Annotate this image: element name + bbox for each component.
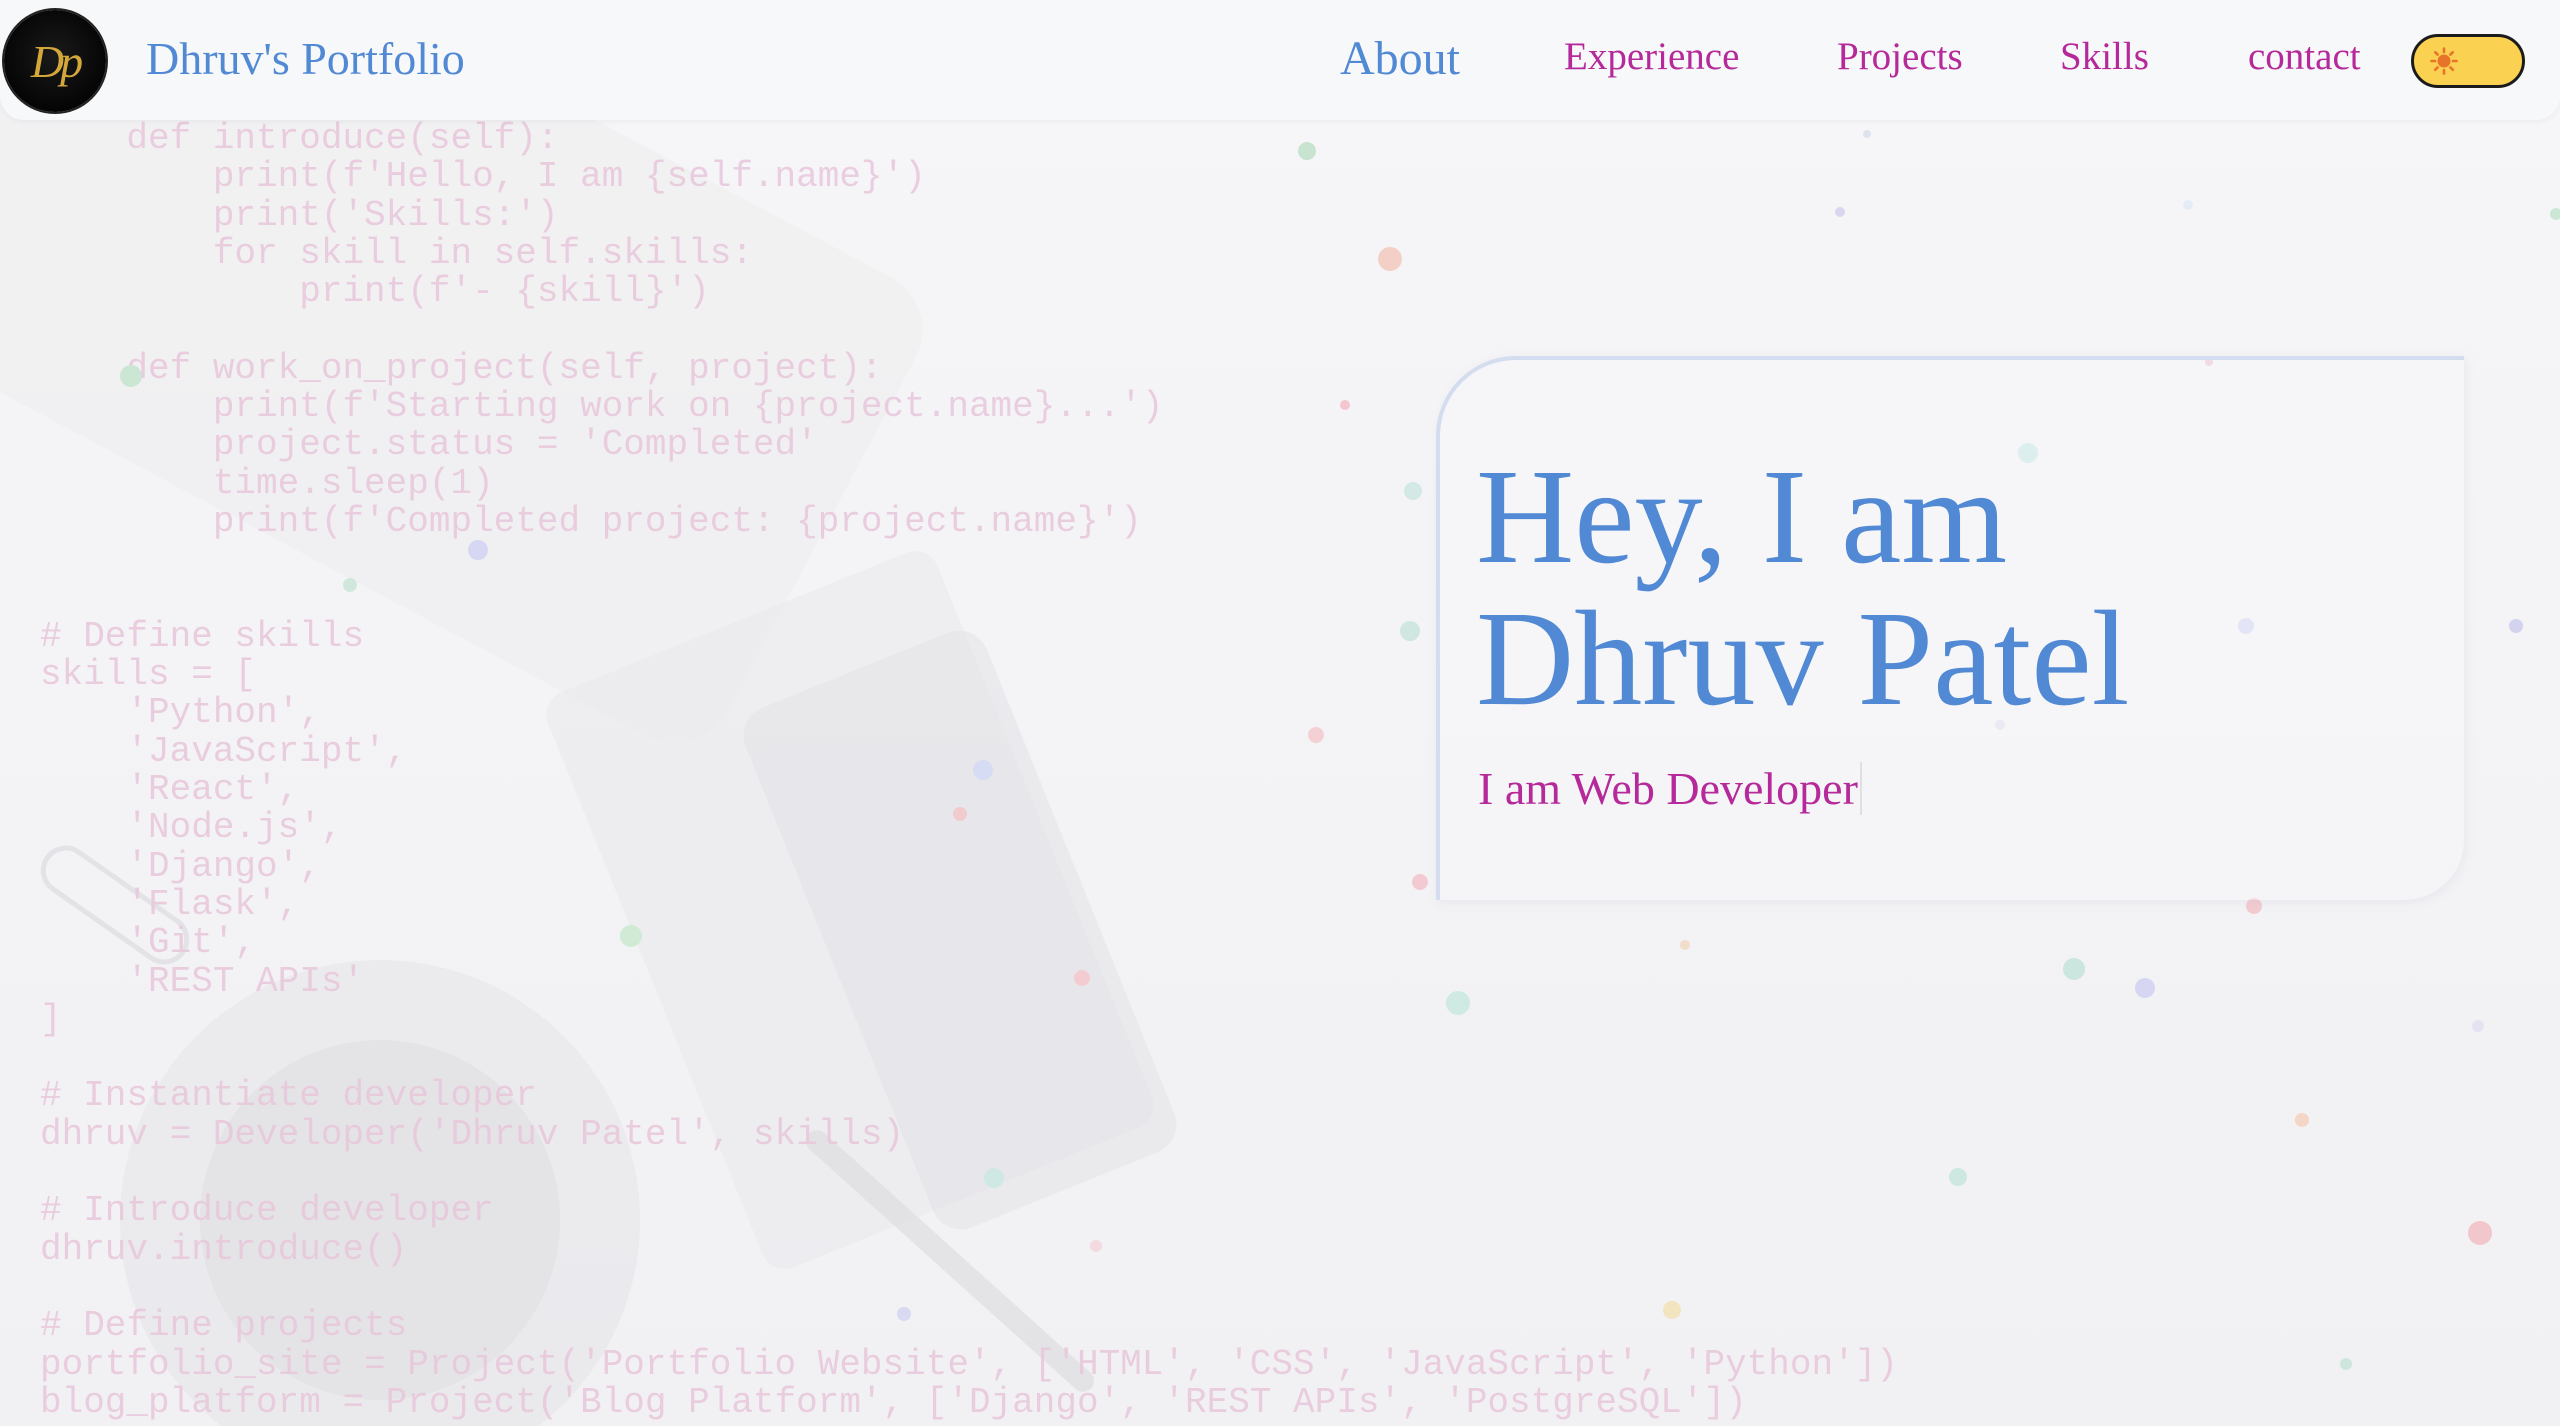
particle-dot	[2509, 619, 2523, 633]
particle-dot	[468, 540, 488, 560]
hero-title-line1: Hey, I am	[1476, 442, 2008, 592]
particle-dot	[1378, 247, 1402, 271]
sun-icon	[2430, 47, 2458, 75]
nav-link-projects[interactable]: Projects	[1837, 34, 1963, 79]
particle-dot	[973, 760, 993, 780]
hero-title: Hey, I am Dhruv Patel	[1476, 446, 2129, 730]
logo[interactable]: Dp	[4, 10, 106, 112]
brand-link[interactable]: Dhruv's Portfolio	[146, 32, 465, 85]
particle-dot	[1404, 482, 1422, 500]
particle-dot	[1680, 940, 1690, 950]
particle-dot	[1412, 874, 1428, 890]
nav-link-experience[interactable]: Experience	[1564, 34, 1739, 79]
particle-dot	[2295, 1113, 2309, 1127]
particle-dot	[343, 578, 357, 592]
particle-dot	[1074, 970, 1090, 986]
hero-subtitle: I am Web Developer	[1478, 762, 1862, 815]
particle-dot	[2550, 208, 2560, 220]
particle-dot	[2472, 1020, 2484, 1032]
theme-toggle[interactable]	[2411, 34, 2525, 88]
particle-dot	[1090, 1240, 1102, 1252]
particle-dot	[897, 1307, 911, 1321]
particle-dot	[1835, 207, 1845, 217]
particle-dot	[984, 1168, 1004, 1188]
particle-dot	[1340, 400, 1350, 410]
particle-dot	[1663, 1301, 1681, 1319]
particle-dot	[2063, 958, 2085, 980]
particle-dot	[953, 807, 967, 821]
particle-dot	[1400, 621, 1420, 641]
logo-text: Dp	[30, 35, 83, 87]
particle-dot	[620, 925, 642, 947]
nav-link-contact[interactable]: contact	[2248, 34, 2361, 79]
particle-dot	[1446, 991, 1470, 1015]
navbar: Dp Dhruv's Portfolio About Experience Pr…	[0, 0, 2560, 120]
nav-link-about[interactable]: About	[1340, 31, 1460, 86]
particle-dot	[2468, 1221, 2492, 1245]
particle-dot	[1298, 142, 1316, 160]
particle-dot	[1863, 130, 1871, 138]
particle-dot	[2340, 1358, 2352, 1370]
hero-card: Hey, I am Dhruv Patel I am Web Developer	[1436, 356, 2464, 900]
particle-dot	[1308, 727, 1324, 743]
particle-dot	[1949, 1168, 1967, 1186]
particle-dot	[2246, 898, 2262, 914]
nav-link-skills[interactable]: Skills	[2060, 34, 2149, 79]
portfolio-page: def introduce(self): print(f'Hello, I am…	[0, 0, 2560, 1426]
particle-dot	[2135, 978, 2155, 998]
particle-dot	[120, 365, 142, 387]
particle-dot	[2183, 200, 2193, 210]
hero-title-line2: Dhruv Patel	[1476, 584, 2130, 734]
